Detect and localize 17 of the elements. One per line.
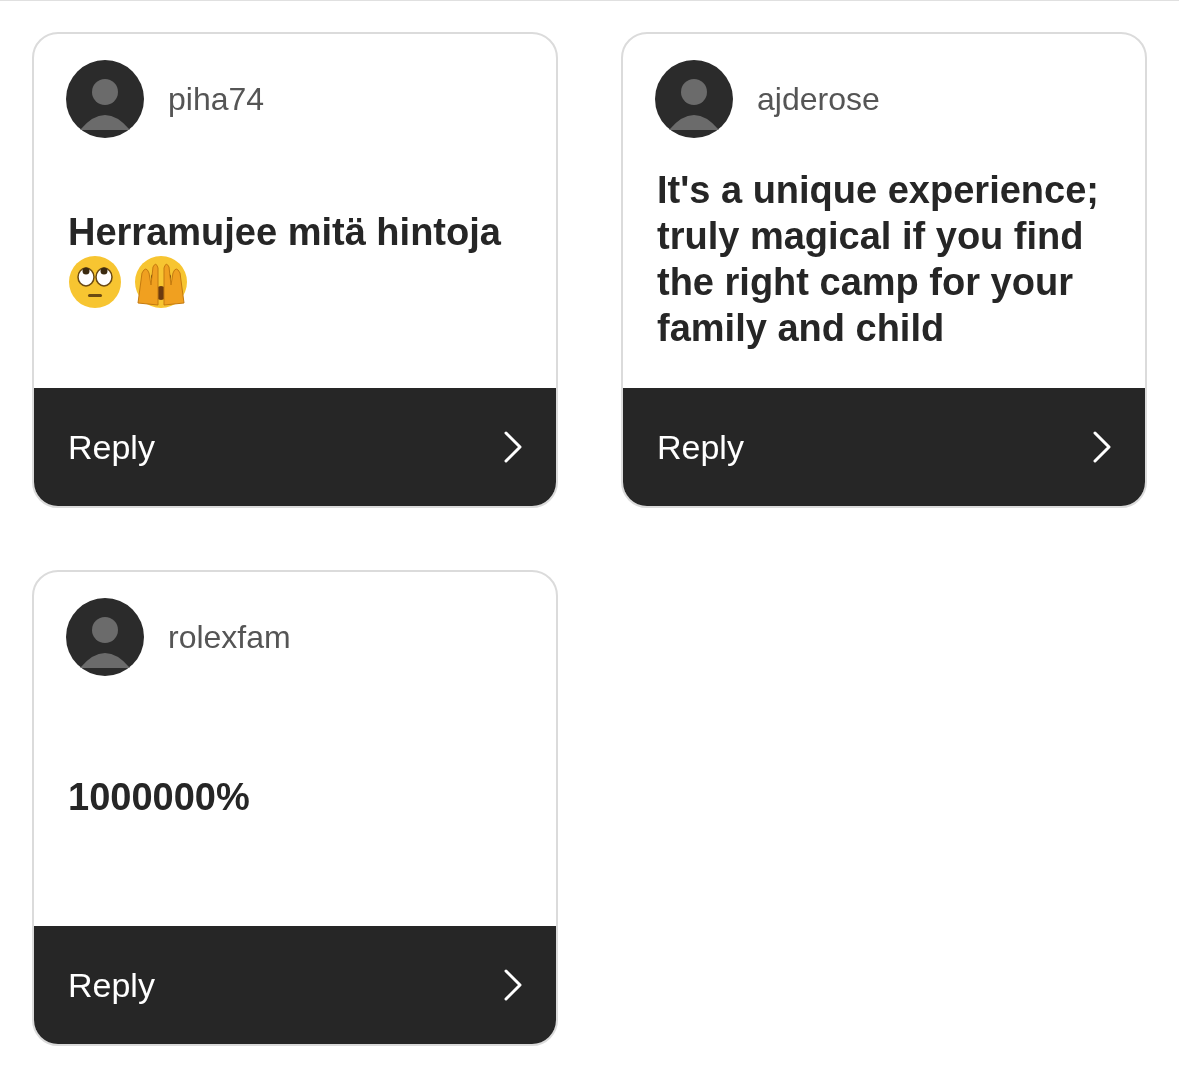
answer-text: Herramujee mitä hintoja bbox=[68, 210, 501, 255]
face-covering-eyes-emoji-icon bbox=[134, 255, 188, 309]
reply-button[interactable]: Reply bbox=[34, 388, 556, 506]
username: rolexfam bbox=[168, 618, 291, 657]
answer-text: It's a unique experience; truly magical if you find the right camp for your family and child bbox=[657, 168, 1100, 351]
username: piha74 bbox=[168, 80, 265, 119]
rolling-eyes-emoji-icon bbox=[68, 255, 122, 309]
chevron-right-icon bbox=[504, 431, 522, 463]
answer-text: 1000000% bbox=[68, 775, 250, 820]
reply-button[interactable]: Reply bbox=[623, 388, 1145, 506]
reply-button[interactable]: Reply bbox=[34, 926, 556, 1044]
avatar-icon bbox=[66, 598, 144, 676]
chevron-right-icon bbox=[1093, 431, 1111, 463]
avatar-icon bbox=[655, 60, 733, 138]
username: ajderose bbox=[757, 80, 880, 119]
chevron-right-icon bbox=[504, 969, 522, 1001]
avatar-icon bbox=[66, 60, 144, 138]
